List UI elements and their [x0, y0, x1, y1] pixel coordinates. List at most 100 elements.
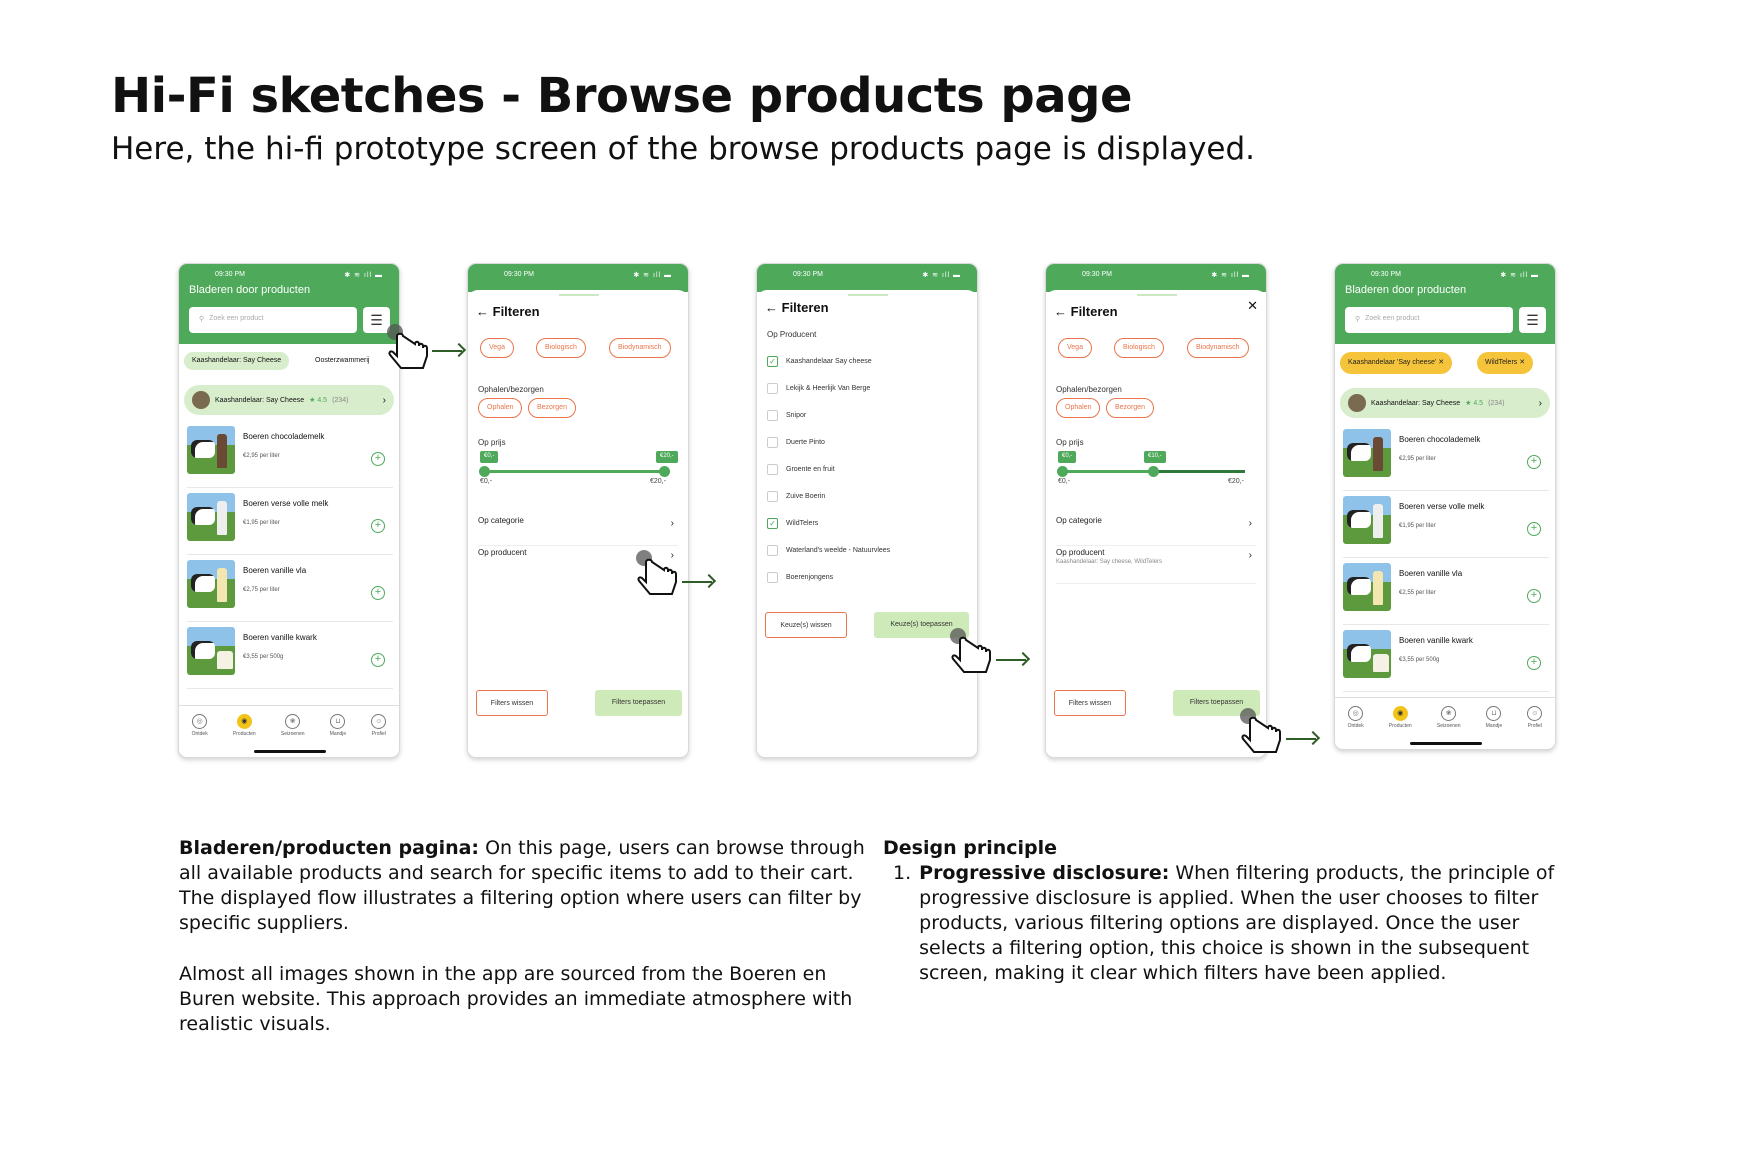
nav-item-ontdek[interactable]: ◎ Ontdek: [192, 714, 208, 757]
flow-arrow: [996, 659, 1026, 661]
price-label: Op prijs: [478, 438, 506, 447]
close-icon[interactable]: ✕: [1438, 359, 1444, 366]
sheet-handle[interactable]: [1137, 294, 1177, 296]
price-slider[interactable]: [479, 466, 670, 477]
search-input[interactable]: ⚲ Zoek een product: [189, 307, 357, 333]
nav-item-profiel[interactable]: ☺ Profiel: [1527, 706, 1543, 749]
slider-knob-max[interactable]: [659, 466, 670, 477]
sheet-handle[interactable]: [559, 294, 599, 296]
nav-item-producten[interactable]: ◉ Producten: [1389, 706, 1412, 749]
product-item[interactable]: Boeren verse volle melk €1,95 per liter +: [1343, 496, 1549, 558]
close-icon[interactable]: ✕: [1519, 359, 1525, 366]
season-icon: ❀: [1441, 706, 1457, 721]
option-ophalen[interactable]: Ophalen: [1056, 398, 1101, 418]
checkbox[interactable]: ✓: [767, 356, 778, 367]
add-icon[interactable]: +: [371, 653, 385, 667]
add-icon[interactable]: +: [371, 586, 385, 600]
nav-item-mandje[interactable]: ⊔ Mandje: [1486, 706, 1502, 749]
active-filter-chip[interactable]: WildTelers ✕: [1477, 352, 1534, 374]
supplier-chip[interactable]: Kaashandelaar: Say Cheese: [184, 352, 290, 370]
checkbox[interactable]: ✓: [767, 518, 778, 529]
product-item[interactable]: Boeren chocolademelk €2,95 per liter +: [187, 426, 393, 488]
producer-option[interactable]: Groente en fruit: [767, 464, 835, 475]
add-icon[interactable]: +: [1527, 522, 1541, 536]
active-filter-chip[interactable]: Kaashandelaar 'Say cheese' ✕: [1340, 352, 1453, 374]
nav-item-ontdek[interactable]: ◎ Ontdek: [1348, 706, 1364, 749]
producer-option[interactable]: ✓ WildTelers: [767, 518, 818, 529]
back-arrow-icon[interactable]: ←: [765, 300, 782, 315]
producer-option[interactable]: ✓ Kaashandelaar Say cheese: [767, 356, 872, 367]
row-producer[interactable]: Op producent Kaashandelaar: Say cheese, W…: [1056, 548, 1256, 584]
sheet-handle[interactable]: [848, 294, 888, 296]
clear-filters-button[interactable]: Filters wissen: [1054, 690, 1126, 716]
description-right: Design principle 1. Progressive disclosu…: [883, 836, 1563, 986]
nav-item-mandje[interactable]: ⊔ Mandje: [330, 714, 346, 757]
back-arrow-icon[interactable]: ←: [1054, 304, 1071, 319]
add-icon[interactable]: +: [1527, 455, 1541, 469]
supplier-card[interactable]: Kaashandelaar: Say Cheese ★ 4.5 (234) ›: [184, 385, 394, 415]
back-arrow-icon[interactable]: ←: [476, 304, 493, 319]
option-ophalen[interactable]: Ophalen: [478, 398, 523, 418]
product-name: Boeren verse volle melk: [243, 499, 329, 508]
option-bezorgen[interactable]: Bezorgen: [1106, 398, 1154, 418]
slider-knob-max[interactable]: [1148, 466, 1159, 477]
tag-biologisch[interactable]: Biologisch: [1114, 338, 1164, 358]
add-icon[interactable]: +: [371, 519, 385, 533]
producer-option[interactable]: Lekijk & Heerlijk Van Berge: [767, 383, 870, 394]
phone-producer: 09:30 PM ✱ ≋ ıll ▬ ← Filteren Op Producen…: [756, 263, 978, 758]
price-slider[interactable]: [1057, 466, 1245, 477]
phone-result: 09:30 PM ✱ ≋ ıll ▬ Bladeren door producte…: [1334, 263, 1556, 750]
clear-filters-button[interactable]: Filters wissen: [476, 690, 548, 716]
page-title: Hi-Fi sketches - Browse products page: [111, 68, 1133, 124]
producer-option[interactable]: Zuive Boerin: [767, 491, 825, 502]
add-icon[interactable]: +: [1527, 656, 1541, 670]
product-item[interactable]: Boeren vanille vla €2,55 per liter +: [1343, 563, 1549, 625]
row-category[interactable]: Op categorie ›: [478, 516, 678, 546]
producer-option[interactable]: Duerte Pinto: [767, 437, 825, 448]
nav-item-producten[interactable]: ◉ Producten: [233, 714, 256, 757]
checkbox[interactable]: [767, 464, 778, 475]
option-label: Groente en fruit: [786, 466, 835, 473]
tag-biodynamisch[interactable]: Biodynamisch: [609, 338, 671, 358]
add-icon[interactable]: +: [371, 452, 385, 466]
product-item[interactable]: Boeren chocolademelk €2,95 per liter +: [1343, 429, 1549, 491]
checkbox[interactable]: [767, 437, 778, 448]
row-category[interactable]: Op categorie ›: [1056, 516, 1256, 546]
product-image: [1343, 429, 1391, 477]
producer-option[interactable]: Snipor: [767, 410, 806, 421]
checkbox[interactable]: [767, 491, 778, 502]
checkbox[interactable]: [767, 572, 778, 583]
producer-option[interactable]: Waterland's weelde - Natuurvlees: [767, 545, 890, 556]
tag-vega[interactable]: Vega: [480, 338, 514, 358]
tag-biodynamisch[interactable]: Biodynamisch: [1187, 338, 1249, 358]
price-bubble-min: €0,-: [480, 451, 499, 463]
tag-biologisch[interactable]: Biologisch: [536, 338, 586, 358]
checkbox[interactable]: [767, 383, 778, 394]
option-bezorgen[interactable]: Bezorgen: [528, 398, 576, 418]
slider-knob-min[interactable]: [1057, 466, 1068, 477]
product-item[interactable]: Boeren vanille kwark €3,55 per 500g +: [1343, 630, 1549, 692]
season-icon: ❀: [285, 714, 301, 729]
nav-item-profiel[interactable]: ☺ Profiel: [371, 714, 387, 757]
tag-vega[interactable]: Vega: [1058, 338, 1092, 358]
clear-choices-button[interactable]: Keuze(s) wissen: [765, 612, 847, 638]
apply-filters-button[interactable]: Filters toepassen: [595, 690, 682, 716]
product-item[interactable]: Boeren verse volle melk €1,95 per liter +: [187, 493, 393, 555]
status-icons: ✱ ≋ ıll ▬: [344, 272, 383, 279]
slider-knob-min[interactable]: [479, 466, 490, 477]
checkbox[interactable]: [767, 410, 778, 421]
product-item[interactable]: Boeren vanille kwark €3,55 per 500g +: [187, 627, 393, 689]
search-input[interactable]: ⚲ Zoek een product: [1345, 307, 1513, 333]
producer-option[interactable]: Boerenjongens: [767, 572, 833, 583]
product-item[interactable]: Boeren vanille vla €2,75 per liter +: [187, 560, 393, 622]
close-icon[interactable]: ✕: [1247, 298, 1258, 314]
filter-button[interactable]: ☰: [1519, 307, 1546, 333]
tag-label: Vega: [1067, 344, 1083, 351]
add-icon[interactable]: +: [1527, 589, 1541, 603]
checkbox[interactable]: [767, 545, 778, 556]
supplier-chip[interactable]: Oosterzwammerij: [307, 352, 377, 370]
nav-label: Seizoenen: [1436, 723, 1461, 729]
filter-sheet: ✕ ← Filteren Vega Biologisch Biodynamisc…: [1046, 290, 1266, 757]
option-label: WildTelers: [786, 520, 819, 527]
supplier-card[interactable]: Kaashandelaar: Say Cheese ★ 4.5 (234) ›: [1340, 388, 1550, 418]
